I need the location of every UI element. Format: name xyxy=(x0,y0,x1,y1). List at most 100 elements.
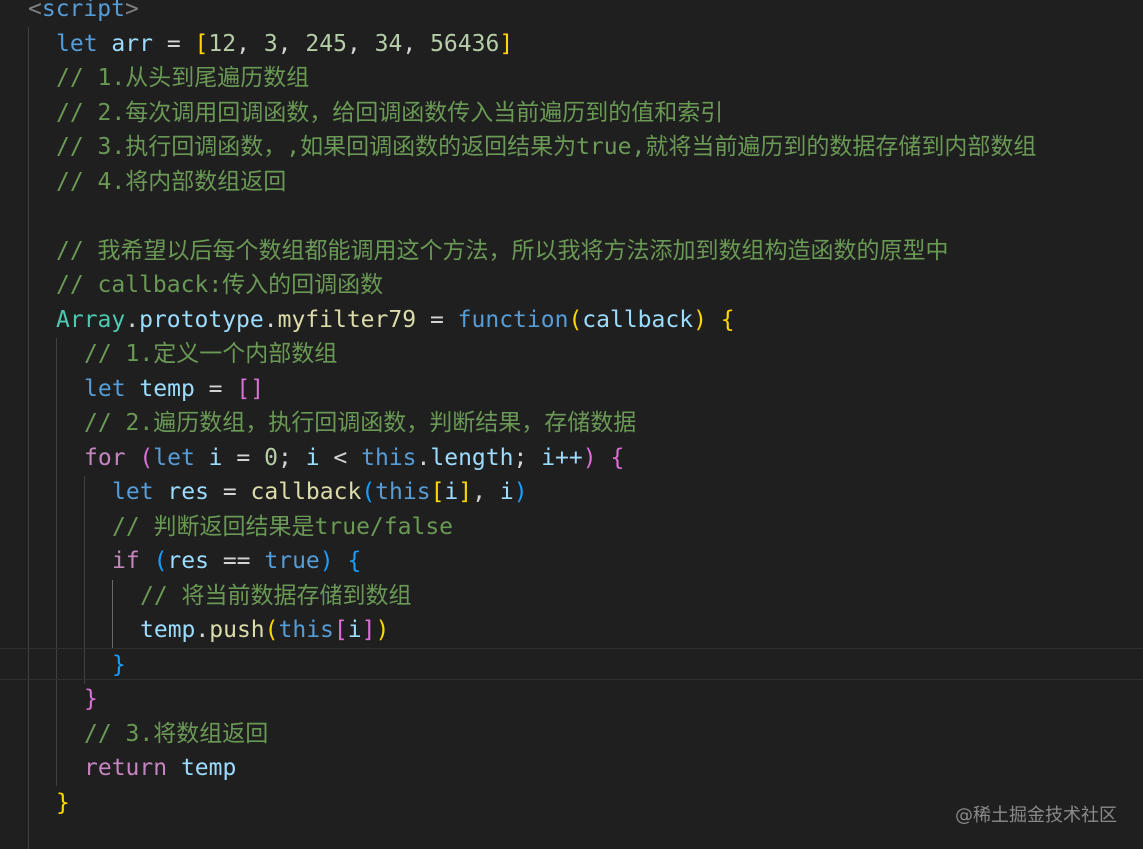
code-line-4[interactable]: // 2.每次调用回调函数，给回调函数传入当前遍历到的值和索引 xyxy=(0,96,1143,131)
operator-assign: = xyxy=(208,376,223,402)
code-line-3[interactable]: // 1.从头到尾遍历数组 xyxy=(0,61,1143,96)
code-editor[interactable]: <script> let arr = [12, 3, 245, 34, 5643… xyxy=(0,0,1143,849)
comment: // 2.每次调用回调函数，给回调函数传入当前遍历到的值和索引 xyxy=(56,100,724,126)
code-line-23[interactable]: return temp xyxy=(0,751,1143,786)
code-line-2[interactable]: let arr = [12, 3, 245, 34, 56436] xyxy=(0,27,1143,62)
operator-less-than: < xyxy=(333,445,348,471)
code-line-6[interactable]: // 4.将内部数组返回 xyxy=(0,165,1143,200)
brace-close: } xyxy=(84,686,98,712)
comment: // 1.定义一个内部数组 xyxy=(84,341,338,367)
method-push: push xyxy=(209,617,265,643)
code-line-13[interactable]: // 2.遍历数组，执行回调函数，判断结果，存储数据 xyxy=(0,406,1143,441)
bracket-close: ] xyxy=(458,479,473,505)
number-literal: 56436 xyxy=(430,31,500,57)
tag-close-bracket: > xyxy=(124,0,139,22)
dot: . xyxy=(195,617,210,643)
operator-assign: = xyxy=(166,31,181,57)
comment: // 判断返回结果是true/false xyxy=(112,514,454,540)
comment: // 1.从头到尾遍历数组 xyxy=(56,65,310,91)
operator-assign: = xyxy=(429,307,444,333)
comma: , xyxy=(277,31,292,57)
keyword-if: if xyxy=(112,548,140,574)
operator-assign: = xyxy=(236,445,251,471)
paren-open: ( xyxy=(568,307,583,333)
brace-close: } xyxy=(56,790,70,816)
keyword-let: let xyxy=(153,445,195,471)
code-line-19[interactable]: temp.push(this[i]) xyxy=(0,613,1143,648)
comma: , xyxy=(472,479,486,505)
empty-array: [] xyxy=(236,376,265,402)
variable-i: i xyxy=(208,445,223,471)
code-line-12[interactable]: let temp = [] xyxy=(0,372,1143,407)
variable-i-increment: i++ xyxy=(541,445,583,471)
variable-i: i xyxy=(499,479,514,505)
keyword-let: let xyxy=(56,31,98,57)
bracket-close: ] xyxy=(499,31,514,57)
paren-open: ( xyxy=(139,445,154,471)
comment: // 我希望以后每个数组都能调用这个方法，所以我将方法添加到数组构造函数的原型中 xyxy=(56,238,949,264)
class-array: Array xyxy=(56,307,126,333)
number-literal: 0 xyxy=(264,445,278,471)
number-literal: 34 xyxy=(374,31,403,57)
code-line-16[interactable]: // 判断返回结果是true/false xyxy=(0,510,1143,545)
dot: . xyxy=(263,307,278,333)
code-line-18[interactable]: // 将当前数据存储到数组 xyxy=(0,579,1143,614)
paren-close: ) xyxy=(513,479,528,505)
paren-open: ( xyxy=(264,617,279,643)
code-line-11[interactable]: // 1.定义一个内部数组 xyxy=(0,337,1143,372)
number-literal: 3 xyxy=(263,31,278,57)
keyword-this: this xyxy=(278,617,334,643)
brace-close: } xyxy=(112,652,126,678)
operator-equals: == xyxy=(222,548,251,574)
semicolon: ; xyxy=(513,445,528,471)
number-literal: 12 xyxy=(208,31,237,57)
dot: . xyxy=(416,445,431,471)
boolean-true: true xyxy=(264,548,320,574)
code-line-21[interactable]: } xyxy=(0,682,1143,717)
comma: , xyxy=(402,31,417,57)
paren-close: ) xyxy=(582,445,597,471)
watermark: @稀土掘金技术社区 xyxy=(955,805,1117,826)
tag-open-bracket: < xyxy=(28,0,42,22)
keyword-for: for xyxy=(84,445,126,471)
property-length: length xyxy=(430,445,514,471)
variable-temp: temp xyxy=(139,376,195,402)
comment: // callback:传入的回调函数 xyxy=(56,272,384,298)
code-line-17[interactable]: if (res == true) { xyxy=(0,544,1143,579)
variable-temp: temp xyxy=(140,617,196,643)
variable-i: i xyxy=(347,617,362,643)
code-line-10[interactable]: Array.prototype.myfilter79 = function(ca… xyxy=(0,303,1143,338)
code-line-20[interactable]: } xyxy=(0,648,1143,683)
keyword-function: function xyxy=(457,307,569,333)
paren-open: ( xyxy=(153,548,168,574)
param-callback: callback xyxy=(582,307,694,333)
semicolon: ; xyxy=(277,445,292,471)
keyword-let: let xyxy=(84,376,126,402)
code-line-15[interactable]: let res = callback(this[i], i) xyxy=(0,475,1143,510)
number-literal: 245 xyxy=(305,31,347,57)
code-line-9[interactable]: // callback:传入的回调函数 xyxy=(0,268,1143,303)
brace-open: { xyxy=(610,445,625,471)
variable-i: i xyxy=(305,445,320,471)
variable-res: res xyxy=(167,548,209,574)
paren-open: ( xyxy=(361,479,376,505)
paren-close: ) xyxy=(693,307,707,333)
code-line-14[interactable]: for (let i = 0; i < this.length; i++) { xyxy=(0,441,1143,476)
comma: , xyxy=(346,31,361,57)
variable-arr: arr xyxy=(111,31,153,57)
code-line-22[interactable]: // 3.将数组返回 xyxy=(0,717,1143,752)
keyword-return: return xyxy=(84,755,168,781)
variable-i: i xyxy=(444,479,459,505)
comma: , xyxy=(236,31,250,57)
code-line-8[interactable]: // 我希望以后每个数组都能调用这个方法，所以我将方法添加到数组构造函数的原型中 xyxy=(0,234,1143,269)
dot: . xyxy=(125,307,140,333)
code-line-7-blank[interactable] xyxy=(0,199,1143,234)
brace-open: { xyxy=(720,307,735,333)
brace-open: { xyxy=(347,548,362,574)
comment: // 将当前数据存储到数组 xyxy=(140,583,412,609)
code-line-1[interactable]: <script> xyxy=(0,0,1143,27)
comment: // 2.遍历数组，执行回调函数，判断结果，存储数据 xyxy=(84,410,637,436)
code-line-5[interactable]: // 3.执行回调函数，,如果回调函数的返回结果为true,就将当前遍历到的数据… xyxy=(0,130,1143,165)
operator-assign: = xyxy=(222,479,237,505)
variable-res: res xyxy=(167,479,209,505)
